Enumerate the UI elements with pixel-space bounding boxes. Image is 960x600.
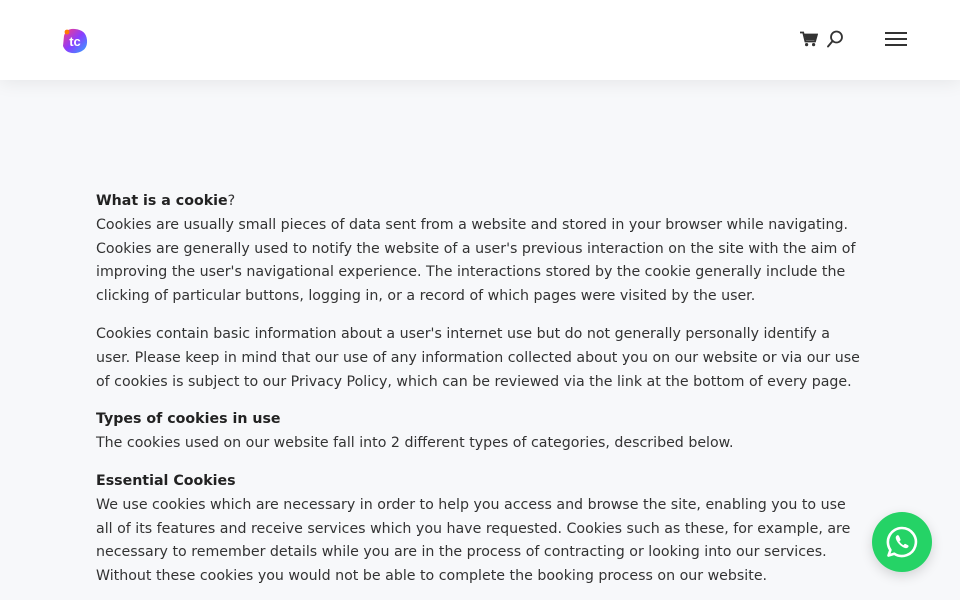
types-text: The cookies used on our website fall int… [96, 435, 734, 452]
essential-section: Essential Cookies We use cookies which a… [96, 470, 866, 589]
search-icon[interactable] [824, 28, 846, 50]
logo-icon: tc [63, 28, 88, 54]
whatsapp-chat-button[interactable] [872, 512, 932, 572]
cookie-heading-suffix: ? [227, 193, 236, 209]
whatsapp-icon [886, 526, 918, 558]
cookie-paragraph-1: Cookies are usually small pieces of data… [96, 216, 856, 305]
logo-text: tc [69, 34, 81, 49]
cart-icon[interactable] [798, 28, 820, 50]
essential-text: We use cookies which are necessary in or… [96, 496, 851, 585]
site-logo[interactable]: tc [58, 24, 92, 58]
essential-heading: Essential Cookies [96, 472, 236, 489]
types-section: Types of cookies in use The cookies used… [96, 408, 866, 456]
cookie-policy-content: What is a cookie? Cookies are usually sm… [96, 190, 866, 600]
cookie-paragraph-2: Cookies contain basic information about … [96, 325, 860, 390]
types-heading: Types of cookies in use [96, 411, 281, 428]
hamburger-menu-icon[interactable] [884, 28, 908, 50]
cookie-heading: What is a cookie [96, 193, 228, 209]
cookie-section: What is a cookie? Cookies are usually sm… [96, 190, 866, 309]
site-header: tc [0, 0, 960, 80]
